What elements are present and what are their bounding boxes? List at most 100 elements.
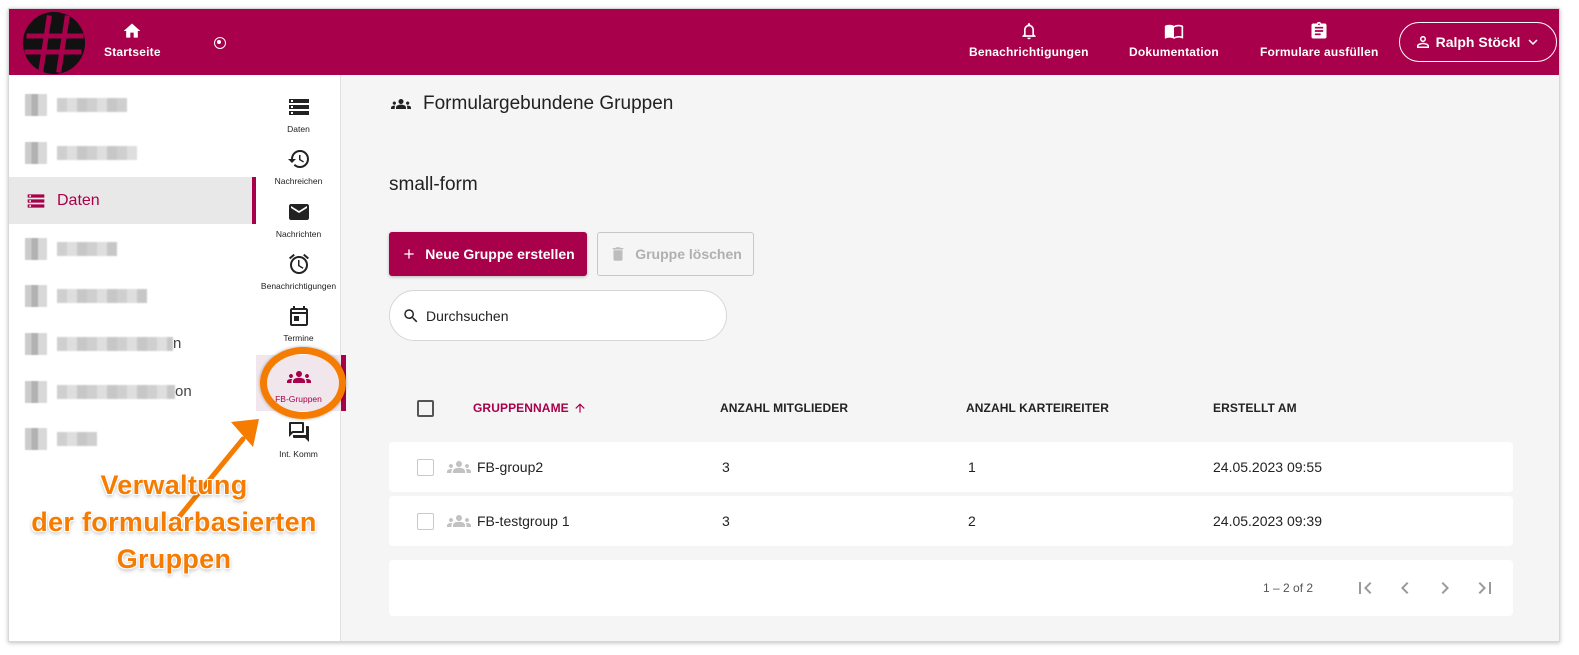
- notifications-button[interactable]: Benachrichtigungen: [969, 21, 1089, 59]
- groups-icon: [447, 515, 471, 527]
- label-tail: on: [175, 383, 192, 400]
- person-icon: [1416, 36, 1429, 48]
- main-content: Formulargebundene Gruppen small-form Neu…: [341, 75, 1559, 641]
- rail-item-daten[interactable]: Daten: [256, 95, 341, 134]
- rail-item-benachrichtigungen[interactable]: Benachrichtigungen: [256, 252, 341, 291]
- tab-count: 2: [968, 513, 976, 529]
- blurred-icon: [25, 141, 47, 164]
- new-group-label: Neue Gruppe erstellen: [425, 246, 575, 262]
- row-checkbox[interactable]: [417, 513, 434, 530]
- blurred-icon: [25, 427, 47, 450]
- nav-item-blurred-7[interactable]: [9, 415, 256, 462]
- delete-group-button[interactable]: Gruppe löschen: [597, 232, 754, 276]
- nav-item-blurred-2[interactable]: [9, 129, 256, 176]
- page-title: Formulargebundene Gruppen: [389, 93, 673, 115]
- new-group-button[interactable]: Neue Gruppe erstellen: [389, 232, 587, 276]
- groups-icon: [447, 461, 471, 473]
- rail-item-termine[interactable]: Termine: [256, 304, 341, 343]
- app-logo[interactable]: [23, 12, 85, 74]
- first-page-button[interactable]: [1353, 576, 1377, 600]
- blurred-label: [57, 384, 175, 399]
- calendar-icon: [289, 306, 308, 326]
- nav-item-daten[interactable]: Daten: [9, 177, 256, 224]
- form-name: small-form: [389, 174, 478, 195]
- paginator: 1 – 2 of 2: [389, 560, 1513, 616]
- forum-icon: [288, 422, 309, 442]
- table-header: GRUPPENNAME ANZAHL MITGLIEDER ANZAHL KAR…: [389, 383, 1513, 433]
- table-row[interactable]: FB-testgroup 1 3 2 24.05.2023 09:39: [389, 496, 1513, 546]
- trash-icon: [612, 247, 624, 261]
- group-name: FB-group2: [477, 459, 544, 475]
- documentation-button[interactable]: Dokumentation: [1129, 21, 1219, 59]
- user-name: Ralph Stöckl: [1435, 34, 1521, 50]
- chevron-down-icon: [1528, 39, 1538, 45]
- storage-icon: [26, 191, 46, 211]
- column-header-mitglieder[interactable]: ANZAHL MITGLIEDER: [720, 401, 848, 415]
- rail-label: Int. Komm: [279, 449, 318, 459]
- search-icon: [404, 308, 418, 322]
- column-header-erstellt[interactable]: ERSTELLT AM: [1213, 401, 1297, 415]
- blurred-label: [57, 288, 147, 303]
- next-page-button[interactable]: [1433, 576, 1457, 600]
- page-title-text: Formulargebundene Gruppen: [423, 93, 674, 114]
- created-at: 24.05.2023 09:55: [1213, 459, 1322, 475]
- clipboard-icon: [1311, 21, 1327, 39]
- table-row[interactable]: FB-group2 3 1 24.05.2023 09:55: [389, 442, 1513, 492]
- nav-item-blurred-3[interactable]: [9, 225, 256, 272]
- blurred-label: [57, 241, 117, 256]
- home-label: Startseite: [104, 45, 161, 59]
- nav-item-blurred-1[interactable]: [9, 81, 256, 128]
- column-header-karteireiter[interactable]: ANZAHL KARTEIREITER: [966, 401, 1109, 415]
- rail-label: Benachrichtigungen: [260, 281, 337, 291]
- row-checkbox[interactable]: [417, 459, 434, 476]
- top-bar: Startseite Benachrichtigungen Dokumentat…: [9, 9, 1559, 75]
- notifications-label: Benachrichtigungen: [969, 45, 1089, 59]
- home-button[interactable]: Startseite: [104, 21, 161, 59]
- label-tail: n: [173, 335, 182, 352]
- pagination-range: 1 – 2 of 2: [1263, 581, 1314, 595]
- blurred-label: [57, 97, 127, 112]
- rail-label: Nachreichen: [274, 176, 323, 186]
- nav-item-blurred-4[interactable]: [9, 272, 256, 319]
- rail-item-int-komm[interactable]: Int. Komm: [256, 420, 341, 459]
- blurred-icon: [25, 237, 47, 260]
- last-page-button[interactable]: [1473, 576, 1497, 600]
- mail-icon: [288, 204, 309, 220]
- rail-item-nachreichen[interactable]: Nachreichen: [256, 147, 341, 186]
- last-page-icon: [1478, 582, 1491, 594]
- select-all-checkbox[interactable]: [417, 400, 434, 417]
- annotation-line: der formularbasierten: [31, 507, 317, 537]
- chevron-left-icon: [1401, 582, 1409, 594]
- rail-item-nachrichten[interactable]: Nachrichten: [256, 200, 341, 239]
- annotation-text: Verwaltung der formularbasierten Gruppen: [9, 467, 339, 578]
- rail-label: Daten: [287, 124, 310, 134]
- arrow-up-icon: [575, 403, 585, 413]
- storage-icon: [288, 99, 309, 115]
- blurred-label: [57, 336, 173, 351]
- rail-label: Nachrichten: [275, 229, 322, 239]
- blurred-icon: [25, 93, 47, 116]
- blurred-label: [57, 145, 137, 160]
- user-menu-button[interactable]: Ralph Stöckl: [1399, 22, 1557, 62]
- documentation-label: Dokumentation: [1129, 45, 1219, 59]
- app-window: Startseite Benachrichtigungen Dokumentat…: [8, 8, 1560, 642]
- previous-page-button[interactable]: [1393, 576, 1417, 600]
- nav-item-blurred-5[interactable]: n: [9, 320, 256, 367]
- search-input[interactable]: [426, 307, 706, 324]
- highlight-ring: [260, 347, 346, 419]
- fill-forms-button[interactable]: Formulare ausfüllen: [1260, 21, 1379, 59]
- groups-icon: [391, 99, 411, 109]
- nav-item-label: Daten: [57, 191, 100, 209]
- book-icon: [1164, 24, 1184, 39]
- blurred-icon: [25, 380, 47, 403]
- blurred-icon: [25, 332, 47, 355]
- column-header-gruppenname[interactable]: GRUPPENNAME: [473, 401, 587, 415]
- blurred-label: [57, 431, 97, 446]
- bell-icon: [1022, 23, 1036, 40]
- chevron-right-icon: [1441, 582, 1449, 594]
- radio-indicator-icon[interactable]: [214, 37, 226, 49]
- first-page-icon: [1359, 582, 1372, 594]
- plus-icon: [404, 249, 414, 259]
- nav-item-blurred-6[interactable]: on: [9, 368, 256, 415]
- delete-group-label: Gruppe löschen: [635, 246, 742, 262]
